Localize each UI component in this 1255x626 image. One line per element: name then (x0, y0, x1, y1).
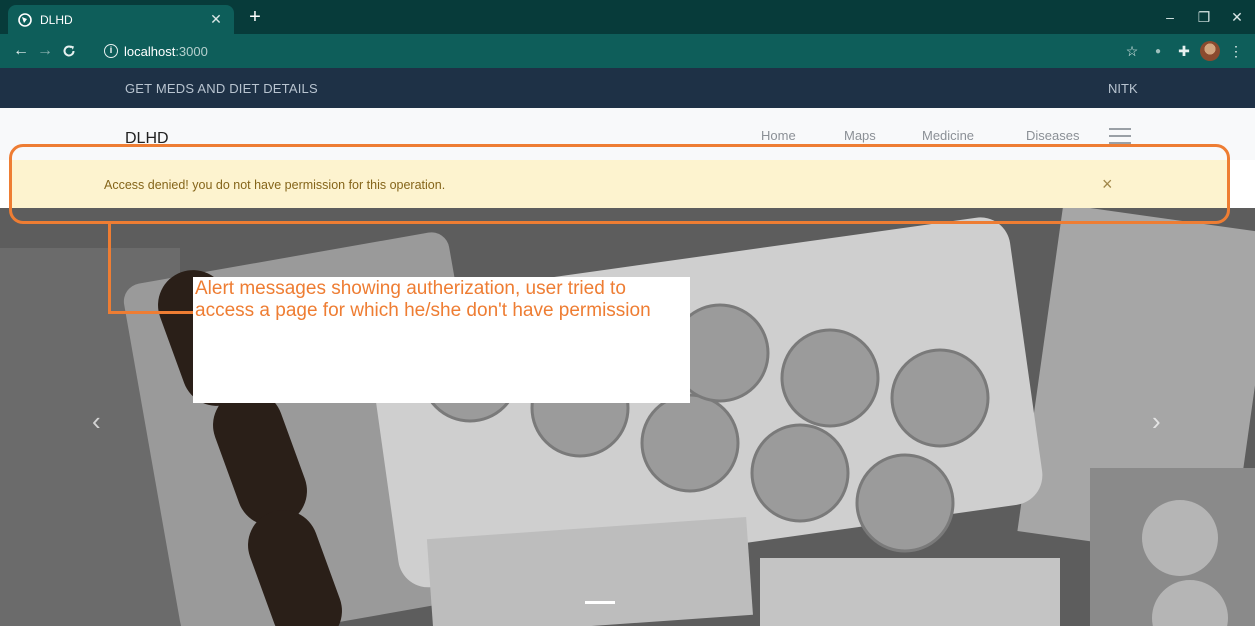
pill-blister-image (0, 208, 1255, 626)
annotation-connector (108, 224, 111, 314)
puzzle-icon[interactable]: ✚ (1171, 38, 1197, 64)
close-icon[interactable]: ✕ (208, 11, 224, 28)
carousel-indicator[interactable] (585, 601, 615, 604)
nav-link-home[interactable]: Home (761, 128, 796, 143)
minimize-icon[interactable]: – (1155, 6, 1185, 28)
address-bar[interactable]: i localhost:3000 (104, 39, 1109, 63)
back-icon[interactable]: ← (10, 40, 32, 62)
annotation-highlight-box (9, 144, 1230, 224)
browser-tab-bar: DLHD ✕ + – ❐ ✕ (0, 0, 1255, 34)
url-port: :3000 (175, 43, 208, 59)
extension-icon[interactable]: ● (1145, 38, 1171, 64)
info-icon[interactable]: i (104, 44, 118, 58)
tab-title: DLHD (40, 12, 73, 27)
forward-icon[interactable]: → (34, 40, 56, 62)
avatar[interactable] (1197, 38, 1223, 64)
browser-toolbar: ← → i localhost:3000 ☆ ● ✚ ⋮ (0, 34, 1255, 68)
chevron-left-icon[interactable]: ‹ (92, 406, 101, 437)
plus-icon[interactable]: + (244, 6, 266, 28)
chevron-right-icon[interactable]: › (1152, 406, 1161, 437)
menu-icon[interactable]: ⋮ (1223, 38, 1249, 64)
star-icon[interactable]: ☆ (1119, 38, 1145, 64)
reload-icon[interactable] (58, 40, 80, 62)
top-bar-org: NITK (1108, 81, 1138, 96)
top-bar-tagline: GET MEDS AND DIET DETAILS (125, 81, 318, 96)
nav-link-diseases[interactable]: Diseases (1026, 128, 1079, 143)
toolbar-right: ☆ ● ✚ ⋮ (1119, 34, 1255, 68)
annotation-connector (108, 311, 194, 314)
restore-icon[interactable]: ❐ (1189, 6, 1219, 28)
window-close-icon[interactable]: ✕ (1222, 6, 1252, 28)
browser-tab[interactable]: DLHD ✕ (8, 5, 234, 34)
url-host: localhost (124, 43, 176, 59)
nav-link-medicine[interactable]: Medicine (922, 128, 974, 143)
site-top-bar: GET MEDS AND DIET DETAILS NITK (0, 68, 1255, 108)
nav-link-maps[interactable]: Maps (844, 128, 876, 143)
globe-icon (18, 12, 32, 27)
hero-carousel: ‹ › (0, 208, 1255, 626)
annotation-note: Alert messages showing autherization, us… (193, 277, 690, 403)
